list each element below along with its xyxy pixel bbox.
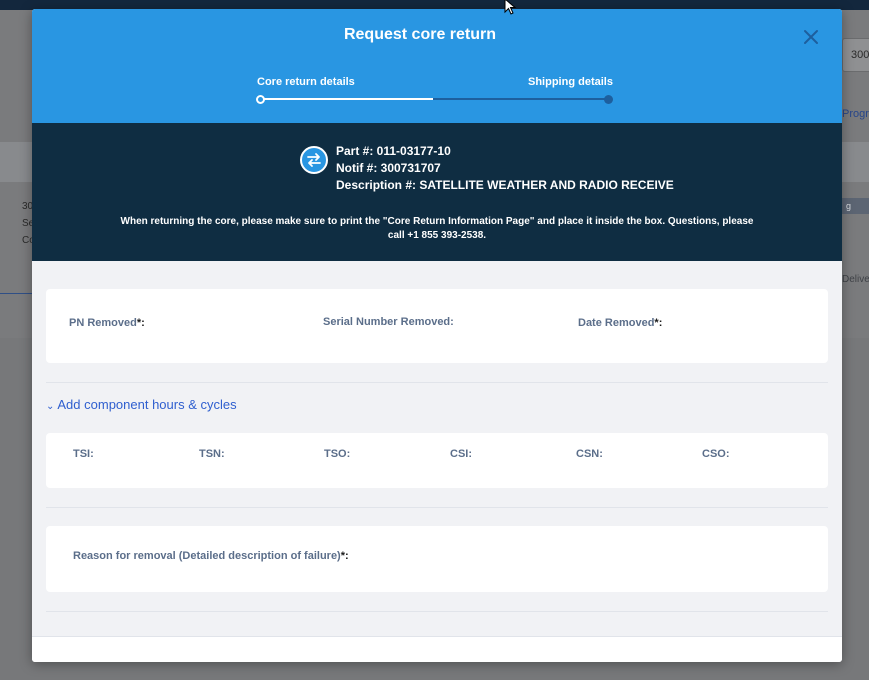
part-number: Part #: 011-03177-10 bbox=[336, 144, 451, 158]
background-divider bbox=[0, 293, 32, 294]
background-delivery-text: Delive bbox=[842, 274, 869, 285]
return-notice: When returning the core, please make sur… bbox=[120, 216, 754, 241]
step-core-return-details[interactable]: Core return details bbox=[257, 76, 355, 88]
reason-label: Reason for removal (Detailed description… bbox=[73, 550, 341, 562]
tsi-field[interactable]: TSI: bbox=[73, 448, 94, 460]
section-divider bbox=[46, 382, 828, 383]
mouse-cursor-icon bbox=[504, 0, 518, 16]
close-icon[interactable] bbox=[803, 29, 819, 45]
serial-number-removed-field[interactable]: Serial Number Removed: bbox=[323, 316, 454, 328]
modal-header: Request core return Core return details … bbox=[32, 9, 842, 123]
reason-card: Reason for removal (Detailed description… bbox=[46, 526, 828, 592]
part-details: Part #: 011-03177-10 Notif #: 300731707 … bbox=[336, 143, 674, 194]
chevron-down-icon: ⌄ bbox=[46, 401, 55, 412]
tsn-field[interactable]: TSN: bbox=[199, 448, 225, 460]
add-component-hours-toggle[interactable]: ⌄ Add component hours & cycles bbox=[46, 397, 237, 412]
tso-field[interactable]: TSO: bbox=[324, 448, 350, 460]
modal-title: Request core return bbox=[343, 26, 497, 43]
csn-field[interactable]: CSN: bbox=[576, 448, 603, 460]
background-search-field: 300 bbox=[842, 38, 869, 72]
swap-arrows-icon bbox=[300, 146, 328, 174]
stepper-track-pending bbox=[433, 98, 609, 100]
stepper-dot-next bbox=[604, 95, 613, 104]
stepper-dot-current bbox=[256, 95, 265, 104]
serial-removed-label: Serial Number Removed: bbox=[323, 316, 454, 328]
hours-cycles-card: TSI: TSN: TSO: CSI: CSN: CSO: bbox=[46, 433, 828, 488]
section-divider bbox=[46, 507, 828, 508]
request-core-return-modal: Request core return Core return details … bbox=[32, 9, 842, 662]
pn-removed-field[interactable]: PN Removed*: bbox=[69, 317, 145, 329]
part-description: Description #: SATELLITE WEATHER AND RAD… bbox=[336, 178, 674, 192]
required-mark: *: bbox=[136, 317, 145, 329]
reason-for-removal-field[interactable]: Reason for removal (Detailed description… bbox=[73, 550, 349, 562]
required-mark: *: bbox=[340, 550, 349, 562]
pn-removed-label: PN Removed bbox=[69, 317, 137, 329]
date-removed-field[interactable]: Date Removed*: bbox=[578, 317, 662, 329]
toggle-label: Add component hours & cycles bbox=[57, 397, 237, 412]
modal-footer bbox=[32, 636, 842, 662]
removal-details-card: PN Removed*: Serial Number Removed: Date… bbox=[46, 289, 828, 363]
section-divider bbox=[46, 611, 828, 612]
date-removed-label: Date Removed bbox=[578, 317, 655, 329]
stepper-track-complete bbox=[261, 98, 433, 100]
cso-field[interactable]: CSO: bbox=[702, 448, 730, 460]
background-status-tag: g bbox=[842, 198, 869, 214]
step-shipping-details[interactable]: Shipping details bbox=[528, 76, 613, 88]
background-link: Progre bbox=[842, 108, 869, 120]
notif-number: Notif #: 300731707 bbox=[336, 161, 441, 175]
required-mark: *: bbox=[654, 317, 663, 329]
csi-field[interactable]: CSI: bbox=[450, 448, 472, 460]
